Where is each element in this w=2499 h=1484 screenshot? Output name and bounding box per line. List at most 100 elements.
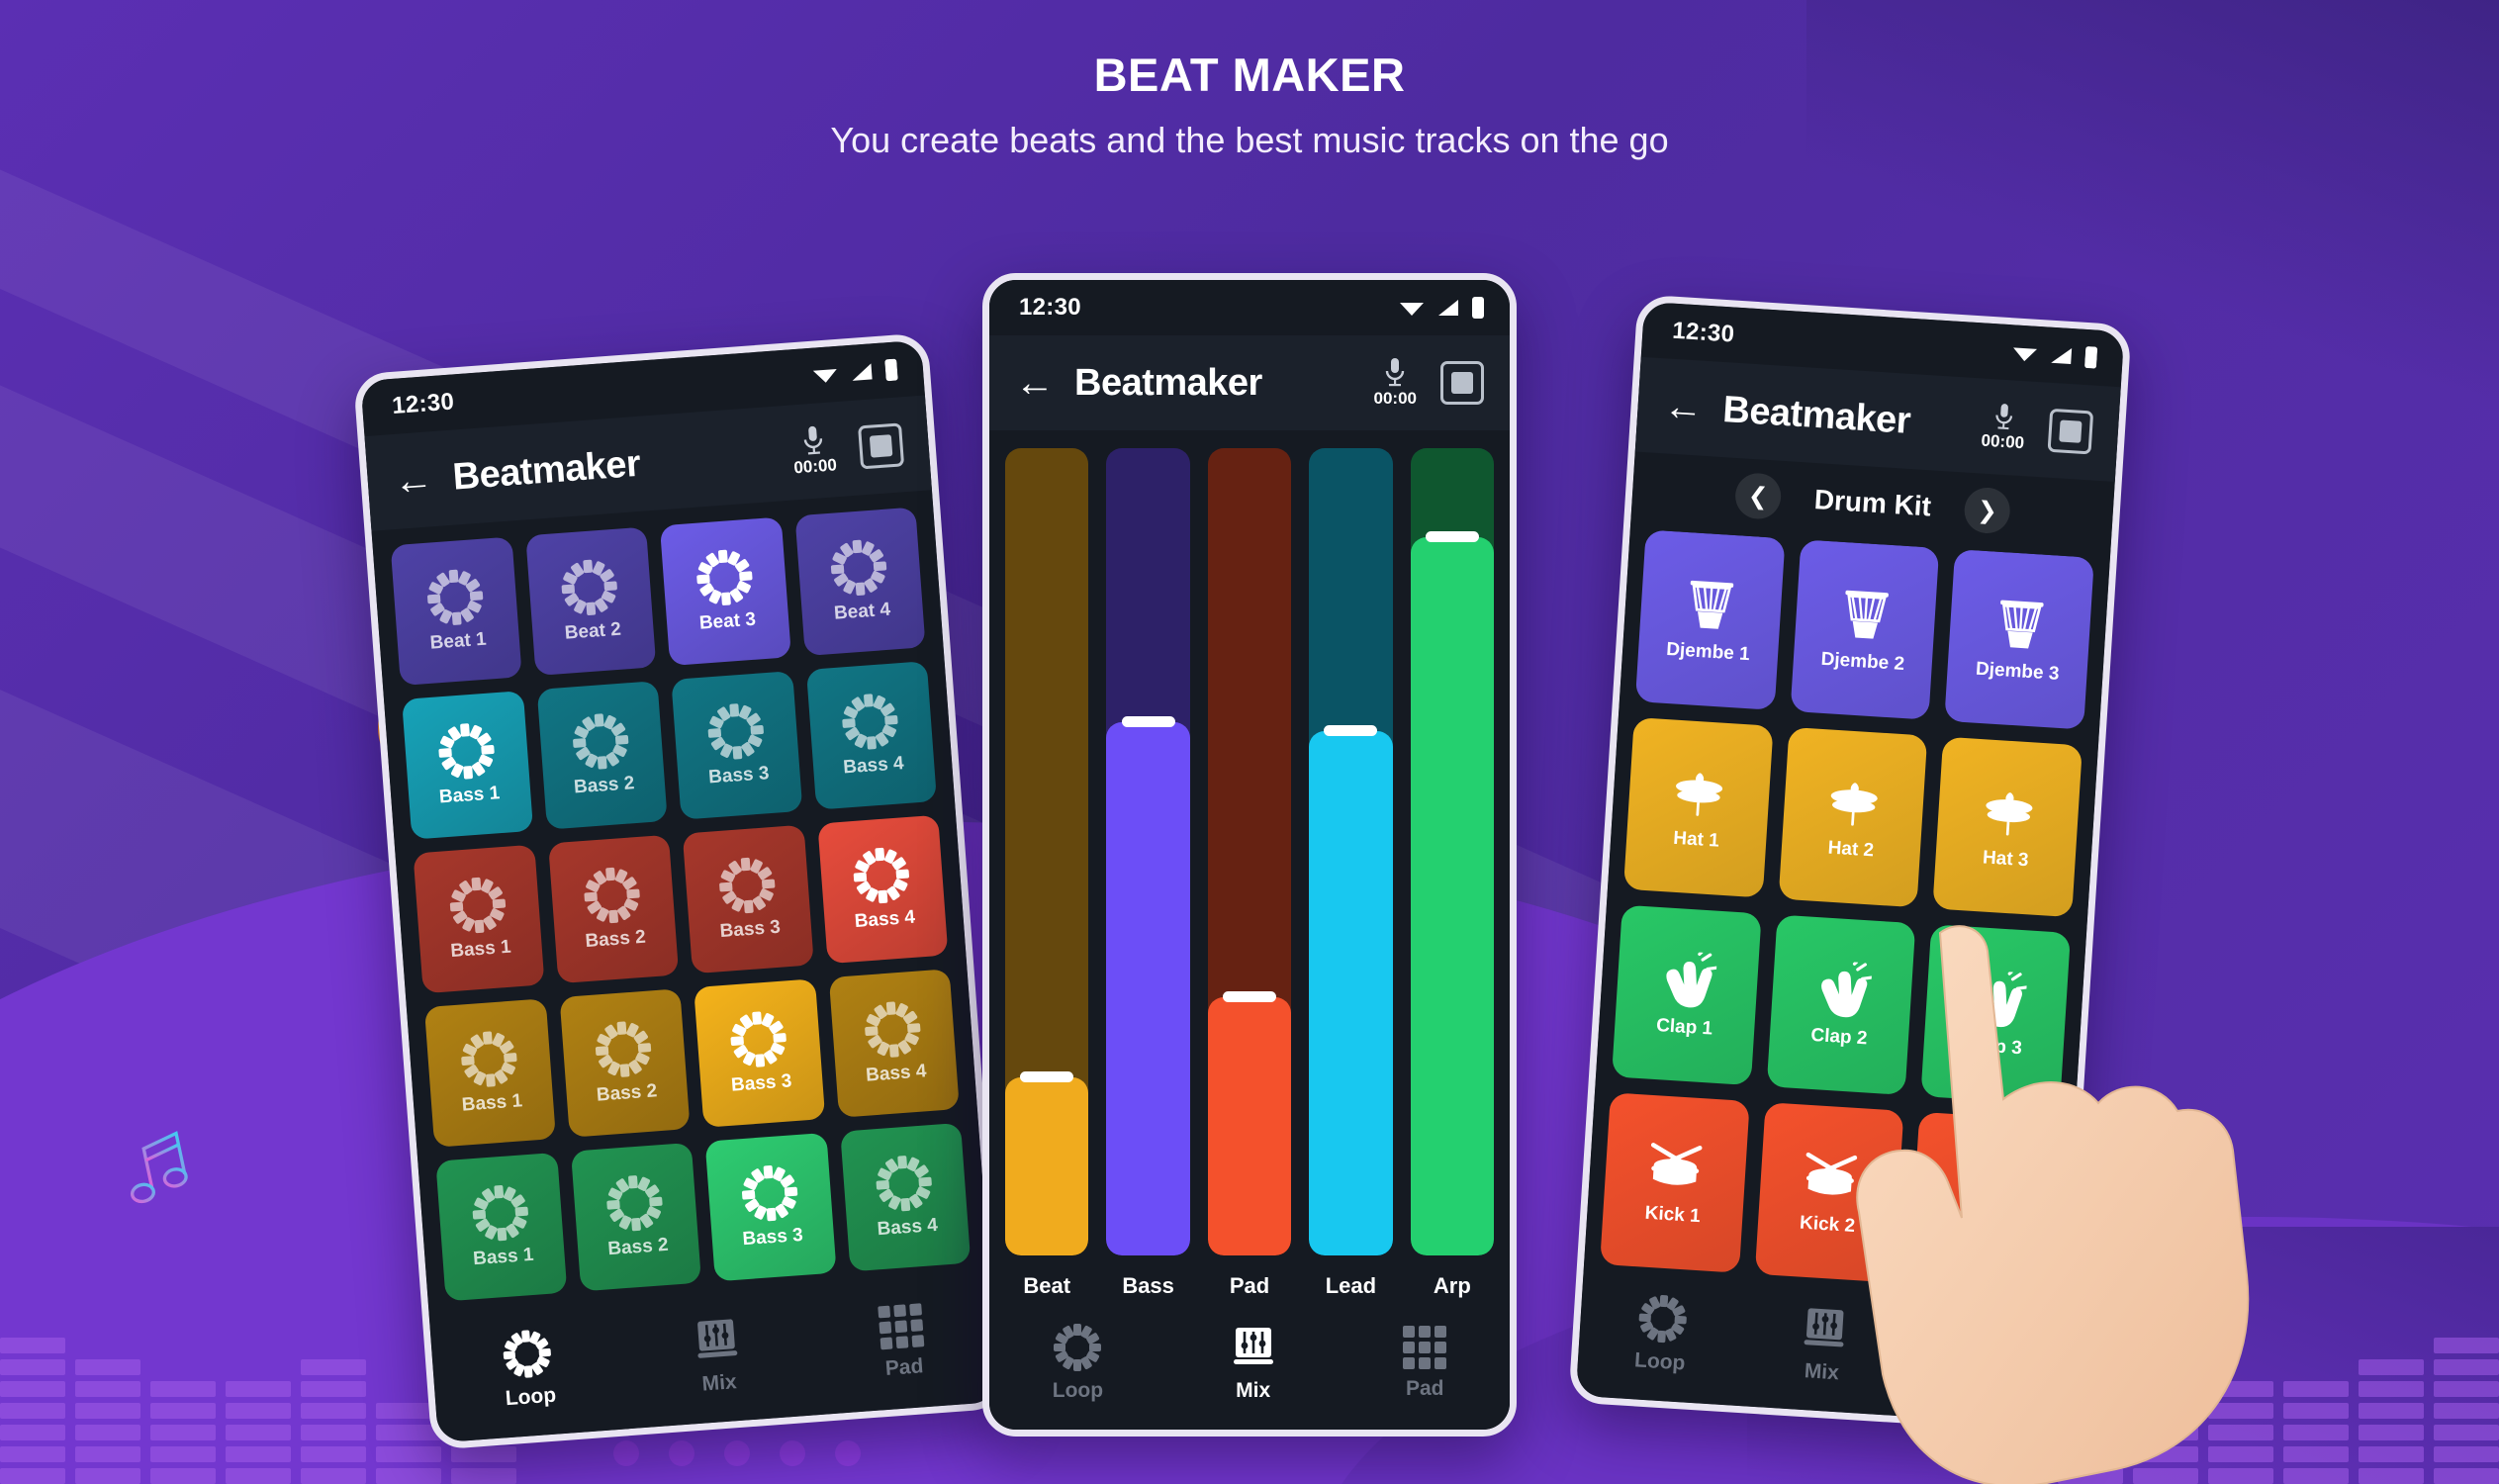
loop-ring-icon (740, 1163, 799, 1223)
loop-ring-icon (436, 721, 496, 781)
mixer-fader-knob[interactable] (1425, 530, 1479, 542)
chevron-left-icon[interactable]: ❮ (1733, 472, 1783, 520)
loop-ring-icon (605, 1173, 665, 1233)
equalizer-bar (301, 1359, 366, 1484)
record-control[interactable]: 00:00 (1981, 402, 2027, 454)
loop-pad[interactable]: Bass 1 (423, 998, 556, 1148)
loop-ring-icon (706, 701, 766, 761)
drum-pad[interactable]: Kick 1 (1600, 1092, 1750, 1273)
mixer-channels[interactable]: Beat Bass Pad Lead Arp (1005, 448, 1495, 1303)
mixer-channel[interactable]: Beat (1005, 448, 1089, 1299)
stop-record-icon[interactable] (2047, 408, 2094, 455)
record-timer: 00:00 (792, 455, 838, 478)
loop-pad-label: Bass 1 (461, 1090, 523, 1116)
phone-loop-screen: 12:30 ← Beatmaker 00:00 Beat 1 Beat 2 Beat… (352, 332, 1007, 1450)
mixer-channel[interactable]: Bass (1106, 448, 1190, 1299)
loop-pad[interactable]: Bass 2 (536, 681, 668, 830)
mixer-fader-track[interactable] (1207, 448, 1292, 1255)
back-arrow-icon[interactable]: ← (1015, 363, 1055, 403)
loop-pad[interactable]: Bass 4 (805, 661, 938, 810)
pad-grid-icon (1403, 1326, 1447, 1369)
mixer-channel[interactable]: Pad (1207, 448, 1292, 1299)
loop-pad-label: Bass 4 (865, 1061, 928, 1086)
loop-pad-label: Beat 3 (698, 608, 757, 634)
mixer-fader-track[interactable] (1410, 448, 1495, 1255)
mixer-fader-track[interactable] (1309, 448, 1393, 1255)
nav-item-loop[interactable]: Loop (1633, 1293, 1689, 1375)
nav-item-mix[interactable]: Mix (1798, 1304, 1850, 1386)
loop-ring-icon (875, 1154, 934, 1213)
loop-ring-icon (583, 866, 642, 925)
loop-pad[interactable]: Beat 3 (659, 516, 791, 667)
loop-ring-icon (594, 1020, 653, 1079)
mixer-fader-track[interactable] (1106, 448, 1190, 1255)
mixer-fader-knob[interactable] (1020, 1071, 1074, 1083)
loop-pad-grid[interactable]: Beat 1 Beat 2 Beat 3 Beat 4 Bass 1 Bass 2 Bass… (390, 507, 972, 1302)
loop-pad[interactable]: Beat 1 (390, 536, 522, 687)
stop-record-icon[interactable] (1440, 361, 1484, 405)
mixer-body: Beat Bass Pad Lead Arp (989, 430, 1510, 1305)
kit-name: Drum Kit (1812, 484, 1932, 522)
loop-pad[interactable]: Bass 3 (704, 1132, 837, 1282)
back-arrow-icon[interactable]: ← (392, 457, 434, 504)
loop-pad[interactable]: Bass 3 (694, 978, 825, 1128)
mixer-sliders-icon (1233, 1328, 1273, 1364)
drum-pad[interactable]: Hat 2 (1778, 726, 1928, 908)
nav-item-loop[interactable]: Loop (501, 1329, 557, 1412)
loop-pad[interactable]: Bass 1 (435, 1152, 567, 1302)
bottom-nav[interactable]: Loop Mix Pad (989, 1305, 1510, 1430)
loop-pad-label: Bass 1 (438, 783, 501, 808)
loop-pad[interactable]: Bass 4 (828, 969, 960, 1118)
nav-item-pad[interactable]: Pad (1403, 1326, 1447, 1401)
loop-ring-icon (425, 568, 485, 627)
mixer-fader-knob[interactable] (1324, 724, 1378, 736)
mixer-sliders-icon (1804, 1308, 1844, 1347)
nav-item-label: Mix (1804, 1359, 1840, 1385)
drum-pad[interactable]: Hat 3 (1932, 736, 2082, 918)
drum-pad[interactable]: Djembe 1 (1634, 529, 1786, 710)
record-control[interactable]: 00:00 (1374, 357, 1417, 409)
loop-pad[interactable]: Beat 2 (524, 526, 657, 677)
app-title: Beatmaker (1721, 388, 1912, 442)
mixer-channel[interactable]: Arp (1410, 448, 1495, 1299)
equalizer-bar (150, 1381, 216, 1484)
drum-pad[interactable]: Clap 1 (1612, 904, 1762, 1086)
loop-ring-icon (717, 856, 777, 915)
mixer-fader-track[interactable] (1005, 448, 1089, 1255)
snare-icon (1651, 1143, 1703, 1185)
drum-pad[interactable]: Djembe 3 (1944, 549, 2094, 730)
loop-pad[interactable]: Bass 1 (402, 691, 533, 840)
mixer-fader-knob[interactable] (1121, 716, 1175, 728)
nav-item-label: Loop (1052, 1379, 1104, 1402)
chevron-right-icon[interactable]: ❯ (1963, 486, 2012, 535)
mixer-fader-knob[interactable] (1223, 990, 1277, 1002)
loop-pad[interactable]: Bass 3 (682, 824, 814, 974)
loop-pad[interactable]: Bass 1 (413, 844, 545, 994)
record-control[interactable]: 00:00 (790, 423, 838, 478)
loop-pad[interactable]: Bass 3 (671, 671, 802, 820)
nav-item-mix[interactable]: Mix (691, 1315, 744, 1397)
status-icons (811, 358, 898, 387)
loop-pad[interactable]: Beat 4 (794, 507, 926, 657)
nav-item-pad[interactable]: Pad (878, 1303, 926, 1381)
stop-record-icon[interactable] (858, 422, 905, 470)
loop-ring-icon (852, 846, 911, 905)
back-arrow-icon[interactable]: ← (1662, 384, 1705, 429)
loop-pad[interactable]: Bass 4 (839, 1122, 972, 1272)
pointing-hand-icon (1856, 925, 2250, 1484)
mixer-channel[interactable]: Lead (1309, 448, 1393, 1299)
drum-pad[interactable]: Djembe 2 (1790, 539, 1940, 720)
loop-pad[interactable]: Bass 2 (547, 834, 680, 984)
loop-pad[interactable]: Bass 2 (570, 1142, 702, 1292)
loop-pad-label: Bass 2 (573, 773, 636, 798)
nav-item-label: Loop (505, 1383, 557, 1411)
mixer-fader-fill (1207, 996, 1292, 1255)
nav-item-mix[interactable]: Mix (1230, 1324, 1277, 1403)
battery-icon (884, 358, 898, 382)
drum-pad[interactable]: Hat 1 (1622, 717, 1774, 898)
nav-item-loop[interactable]: Loop (1053, 1324, 1103, 1403)
loop-pad[interactable]: Bass 2 (559, 988, 691, 1138)
loop-pad[interactable]: Bass 4 (816, 814, 949, 965)
loop-ring-icon (571, 711, 630, 771)
loop-pad-label: Bass 4 (842, 753, 905, 779)
